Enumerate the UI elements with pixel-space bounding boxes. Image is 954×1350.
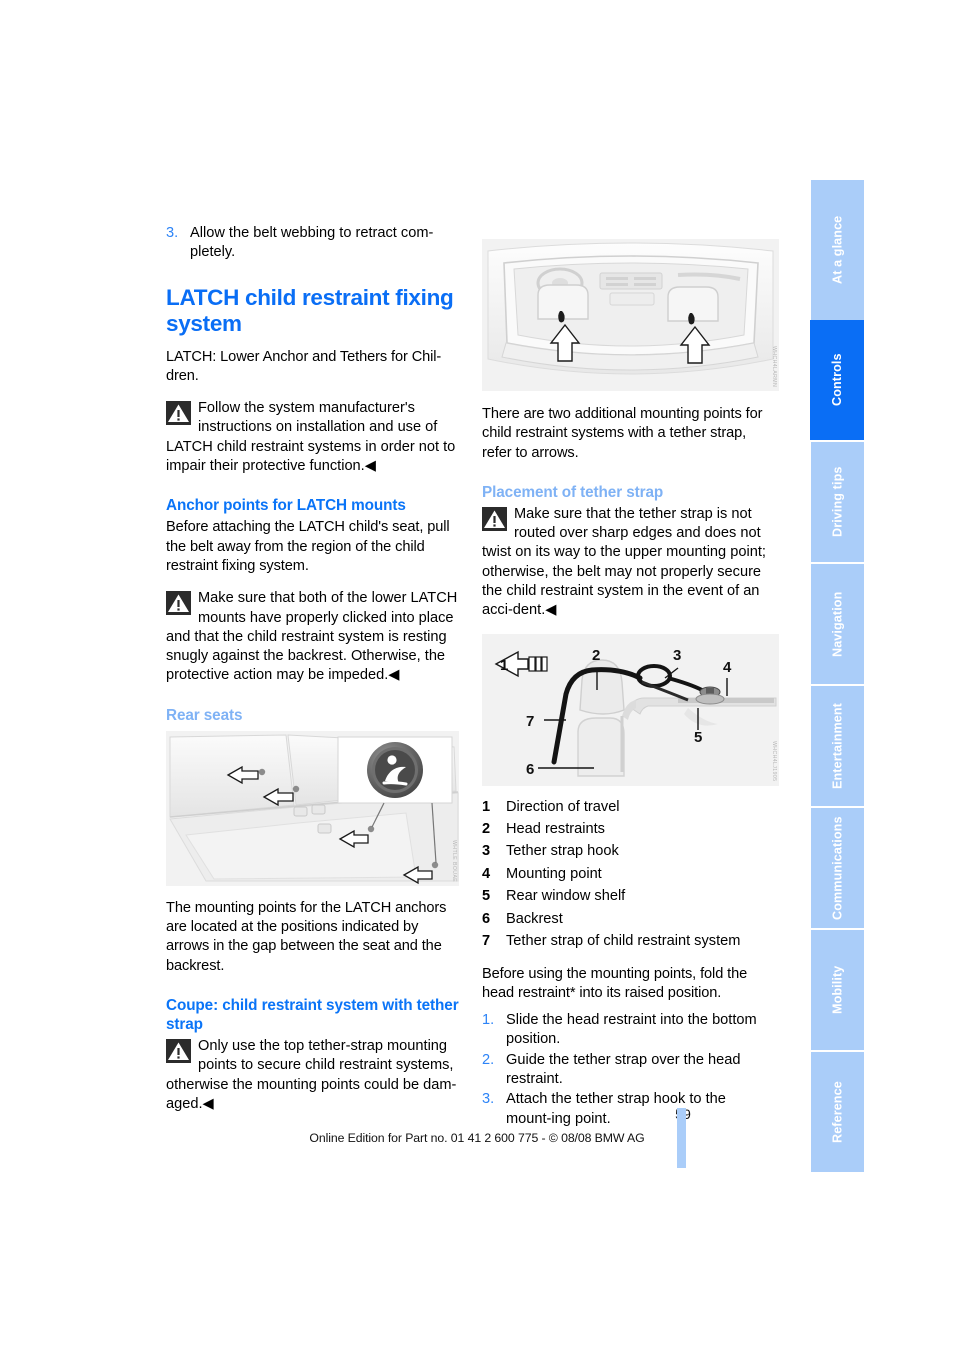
tab-label: Mobility	[830, 965, 845, 1015]
tab-label: Entertainment	[830, 703, 845, 789]
tab-label: Navigation	[830, 591, 845, 657]
sidebar-item-mobility[interactable]: Mobility	[811, 930, 864, 1050]
sidebar-item-entertainment[interactable]: Entertainment	[811, 686, 864, 806]
sidebar-item-driving-tips[interactable]: Driving tips	[811, 442, 864, 562]
sidebar-item-navigation[interactable]: Navigation	[811, 564, 864, 684]
footer-text: Online Edition for Part no. 01 41 2 600 …	[309, 1131, 645, 1145]
section-tab-rail: At a glance Controls Driving tips Naviga…	[0, 0, 954, 1350]
sidebar-item-communications[interactable]: Communications	[811, 808, 864, 928]
page-number: 59	[0, 1107, 954, 1123]
manual-page: 3. Allow the belt webbing to retract com…	[0, 0, 954, 1350]
tab-label: At a glance	[830, 215, 845, 285]
tab-label: Driving tips	[830, 466, 845, 538]
tab-label: Controls	[830, 353, 844, 407]
sidebar-item-at-a-glance[interactable]: At a glance	[811, 180, 864, 320]
sidebar-item-controls[interactable]: Controls	[810, 320, 864, 440]
tab-label: Communications	[830, 816, 845, 920]
